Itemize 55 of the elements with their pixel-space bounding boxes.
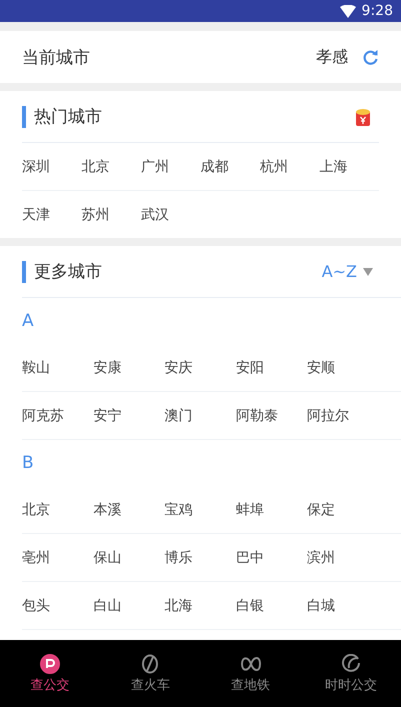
index-letter: B	[22, 453, 34, 473]
city-item[interactable]: 上海	[320, 158, 379, 176]
city-item[interactable]: 包头	[22, 596, 94, 614]
city-item[interactable]: 白城	[307, 596, 378, 614]
city-item[interactable]: 阿克苏	[22, 406, 94, 424]
city-item[interactable]: 广州	[141, 158, 200, 176]
wifi-icon	[340, 4, 356, 18]
city-item[interactable]: 安宁	[93, 406, 165, 424]
city-item[interactable]: 白山	[93, 596, 165, 614]
city-item[interactable]: 安康	[93, 358, 165, 376]
city-item[interactable]: 保定	[307, 500, 378, 518]
city-item[interactable]: 本溪	[93, 500, 165, 518]
city-item[interactable]: 安庆	[164, 358, 236, 376]
accent-bar	[22, 106, 26, 128]
index-letter: A	[22, 311, 34, 331]
city-item[interactable]: 苏州	[82, 206, 142, 224]
slashed-circle-icon	[140, 654, 160, 674]
bus-logo-icon	[40, 654, 60, 674]
city-item[interactable]: 北京	[22, 500, 94, 518]
city-item[interactable]: 北京	[82, 158, 141, 176]
city-item[interactable]: 宝鸡	[164, 500, 236, 518]
city-item[interactable]: 阿拉尔	[307, 406, 378, 424]
city-item[interactable]: 安阳	[236, 358, 308, 376]
section-title: 热门城市	[34, 106, 102, 128]
city-item[interactable]: 保山	[93, 548, 165, 566]
nav-tab[interactable]: 时时公交	[300, 640, 401, 707]
city-item[interactable]: 巴中	[236, 548, 308, 566]
nav-tab[interactable]: 查地铁	[200, 640, 301, 707]
city-item[interactable]: 北海	[164, 596, 236, 614]
city-item[interactable]: 鞍山	[22, 358, 94, 376]
city-item[interactable]: 蚌埠	[236, 500, 308, 518]
gift-envelope-icon[interactable]	[353, 106, 373, 126]
leaf-circle-icon	[340, 654, 361, 674]
city-item[interactable]: 杭州	[260, 158, 320, 176]
nav-tab[interactable]: 查火车	[100, 640, 200, 707]
status-time: 9:28	[362, 3, 393, 19]
current-city: 孝感	[316, 46, 348, 68]
city-item[interactable]: 滨州	[307, 548, 378, 566]
city-item[interactable]: 亳州	[22, 548, 94, 566]
city-item[interactable]: 深圳	[22, 158, 82, 176]
city-item[interactable]: 天津	[22, 206, 82, 224]
refresh-icon[interactable]	[362, 48, 379, 66]
city-item[interactable]: 武汉	[141, 206, 201, 224]
section-label: 当前城市	[22, 46, 90, 68]
infinity-icon	[240, 654, 262, 674]
city-item[interactable]: 白银	[236, 596, 308, 614]
accent-bar	[22, 260, 26, 282]
city-item[interactable]: 成都	[200, 158, 260, 176]
nav-tab[interactable]: 查公交	[0, 640, 100, 707]
city-item[interactable]: 博乐	[164, 548, 236, 566]
dropdown-caret-icon[interactable]	[363, 268, 373, 276]
section-title: 更多城市	[34, 261, 102, 283]
city-item[interactable]: 安顺	[307, 358, 378, 376]
city-item[interactable]: 阿勒泰	[236, 406, 308, 424]
city-item[interactable]: 澳门	[164, 406, 236, 424]
